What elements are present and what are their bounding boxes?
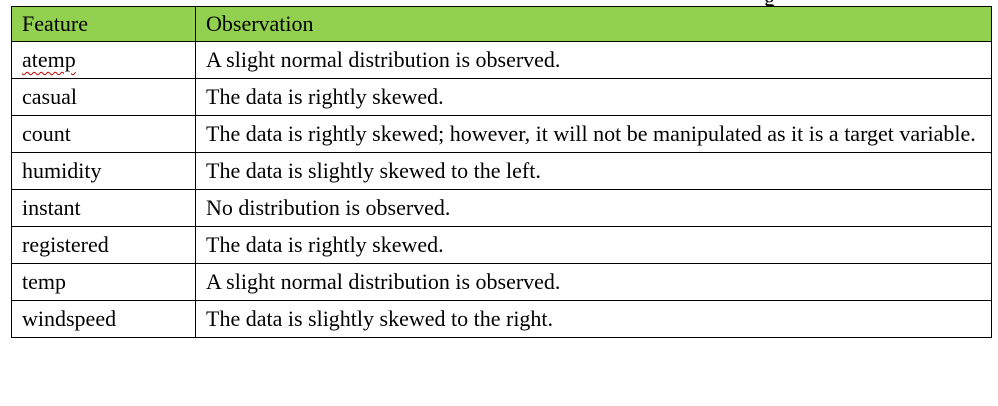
table-row: casual The data is rightly skewed. <box>11 78 992 116</box>
table-row: instant No distribution is observed. <box>11 189 992 227</box>
observation-cell: The data is slightly skewed to the right… <box>195 300 992 338</box>
table-row: temp A slight normal distribution is obs… <box>11 263 992 301</box>
table-header-row: Feature Observation <box>11 6 992 42</box>
table-row: count The data is rightly skewed; howeve… <box>11 115 992 153</box>
table-row: humidity The data is slightly skewed to … <box>11 152 992 190</box>
feature-cell: temp <box>11 263 196 301</box>
observation-cell: A slight normal distribution is observed… <box>195 263 992 301</box>
observation-cell: No distribution is observed. <box>195 189 992 227</box>
feature-cell: casual <box>11 78 196 116</box>
header-observation: Observation <box>195 6 992 42</box>
feature-cell: atemp <box>11 41 196 79</box>
feature-cell: count <box>11 115 196 153</box>
observation-cell: The data is slightly skewed to the left. <box>195 152 992 190</box>
observation-cell: A slight normal distribution is observed… <box>195 41 992 79</box>
feature-cell: humidity <box>11 152 196 190</box>
table-row: windspeed The data is slightly skewed to… <box>11 300 992 338</box>
feature-cell: instant <box>11 189 196 227</box>
observation-cell: The data is rightly skewed. <box>195 78 992 116</box>
feature-name-atemp: atemp <box>22 47 76 72</box>
table-row: atemp A slight normal distribution is ob… <box>11 41 992 79</box>
feature-cell: windspeed <box>11 300 196 338</box>
table-row: registered The data is rightly skewed. <box>11 226 992 264</box>
header-feature: Feature <box>11 6 196 42</box>
observation-table: Feature Observation atemp A slight norma… <box>11 6 992 338</box>
observation-cell: The data is rightly skewed. <box>195 226 992 264</box>
observation-cell: The data is rightly skewed; however, it … <box>195 115 992 153</box>
feature-cell: registered <box>11 226 196 264</box>
